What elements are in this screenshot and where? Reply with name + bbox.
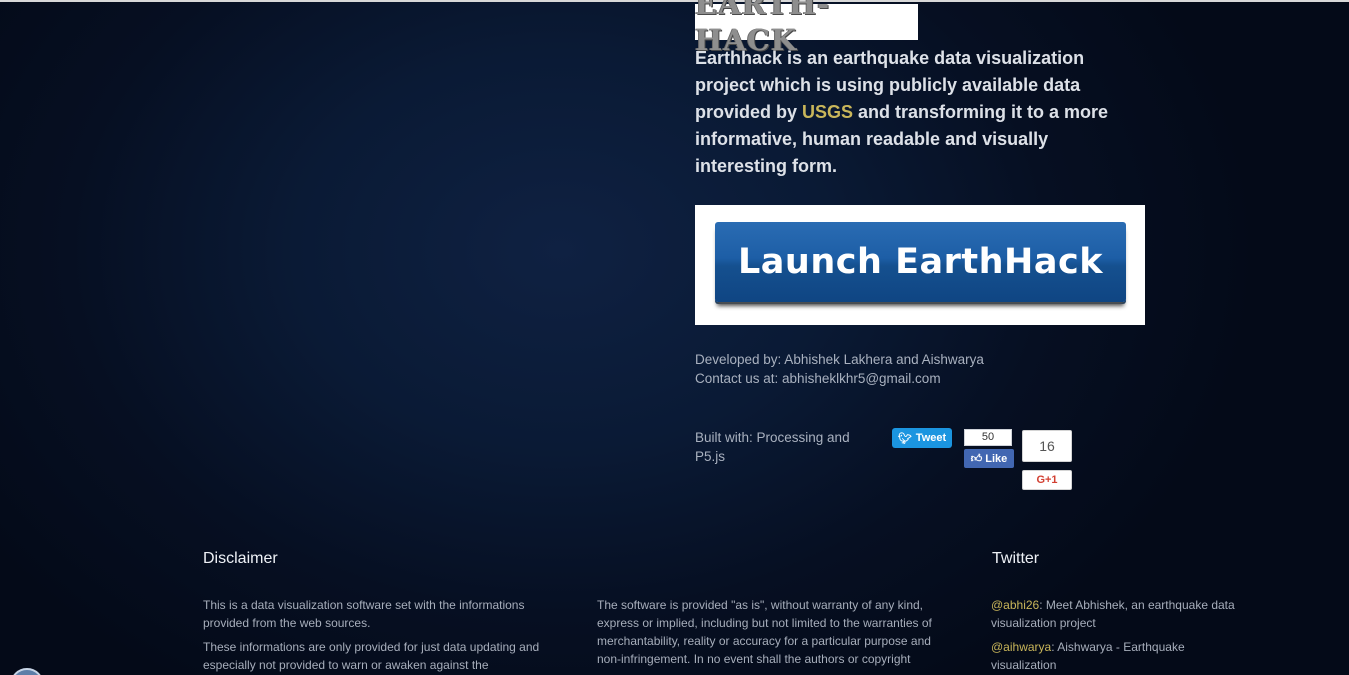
- thumbs-up-icon: 👍︎: [970, 453, 983, 465]
- chat-bubble-icon[interactable]: [10, 668, 44, 675]
- google-plus-button[interactable]: G+1: [1022, 470, 1072, 490]
- tweet-handle-link[interactable]: @aihwarya: [991, 640, 1051, 654]
- usgs-link[interactable]: USGS: [802, 102, 853, 122]
- warranty-text: The software is provided "as is", withou…: [597, 596, 947, 674]
- top-border: [0, 0, 1349, 2]
- disclaimer-text: This is a data visualization software se…: [203, 596, 558, 675]
- warranty-paragraph: The software is provided "as is", withou…: [597, 598, 932, 666]
- twitter-bird-icon: 🐦︎: [897, 432, 912, 445]
- tweet-button[interactable]: 🐦︎ Tweet: [892, 428, 952, 448]
- contact-text: Contact us at: abhisheklkhr5@gmail.com: [695, 371, 941, 386]
- facebook-like-count: 50: [964, 429, 1012, 446]
- launch-banner[interactable]: Launch EarthHack: [695, 205, 1145, 325]
- credits-block: Developed by: Abhishek Lakhera and Aishw…: [695, 350, 984, 388]
- twitter-feed: @abhi26: Meet Abhishek, an earthquake da…: [991, 596, 1246, 675]
- twitter-heading: Twitter: [992, 550, 1040, 567]
- developed-by-text: Developed by: Abhishek Lakhera and Aishw…: [695, 352, 984, 367]
- launch-earthhack-button[interactable]: Launch EarthHack: [715, 222, 1126, 302]
- tweet-item: @aihwarya: Aishwarya - Earthquake visual…: [991, 638, 1246, 674]
- tweet-item: @abhi26: Meet Abhishek, an earthquake da…: [991, 596, 1246, 632]
- tweet-handle-link[interactable]: @abhi26: [991, 598, 1039, 612]
- intro-paragraph: Earthhack is an earthquake data visualiz…: [695, 45, 1125, 180]
- disclaimer-paragraph-2: These informations are only provided for…: [203, 640, 540, 672]
- launch-button-label: Launch EarthHack: [738, 242, 1103, 282]
- earth-hack-logo[interactable]: EARTH-HACK: [695, 0, 918, 57]
- disclaimer-heading: Disclaimer: [203, 550, 278, 567]
- facebook-like-label: Like: [985, 452, 1008, 465]
- facebook-like-button[interactable]: 👍︎ Like: [964, 449, 1014, 468]
- disclaimer-paragraph-1: This is a data visualization software se…: [203, 598, 525, 630]
- google-plus-count: 16: [1022, 430, 1072, 462]
- built-with-text: Built with: Processing and P5.js: [695, 430, 850, 464]
- tweet-label: Tweet: [915, 432, 947, 444]
